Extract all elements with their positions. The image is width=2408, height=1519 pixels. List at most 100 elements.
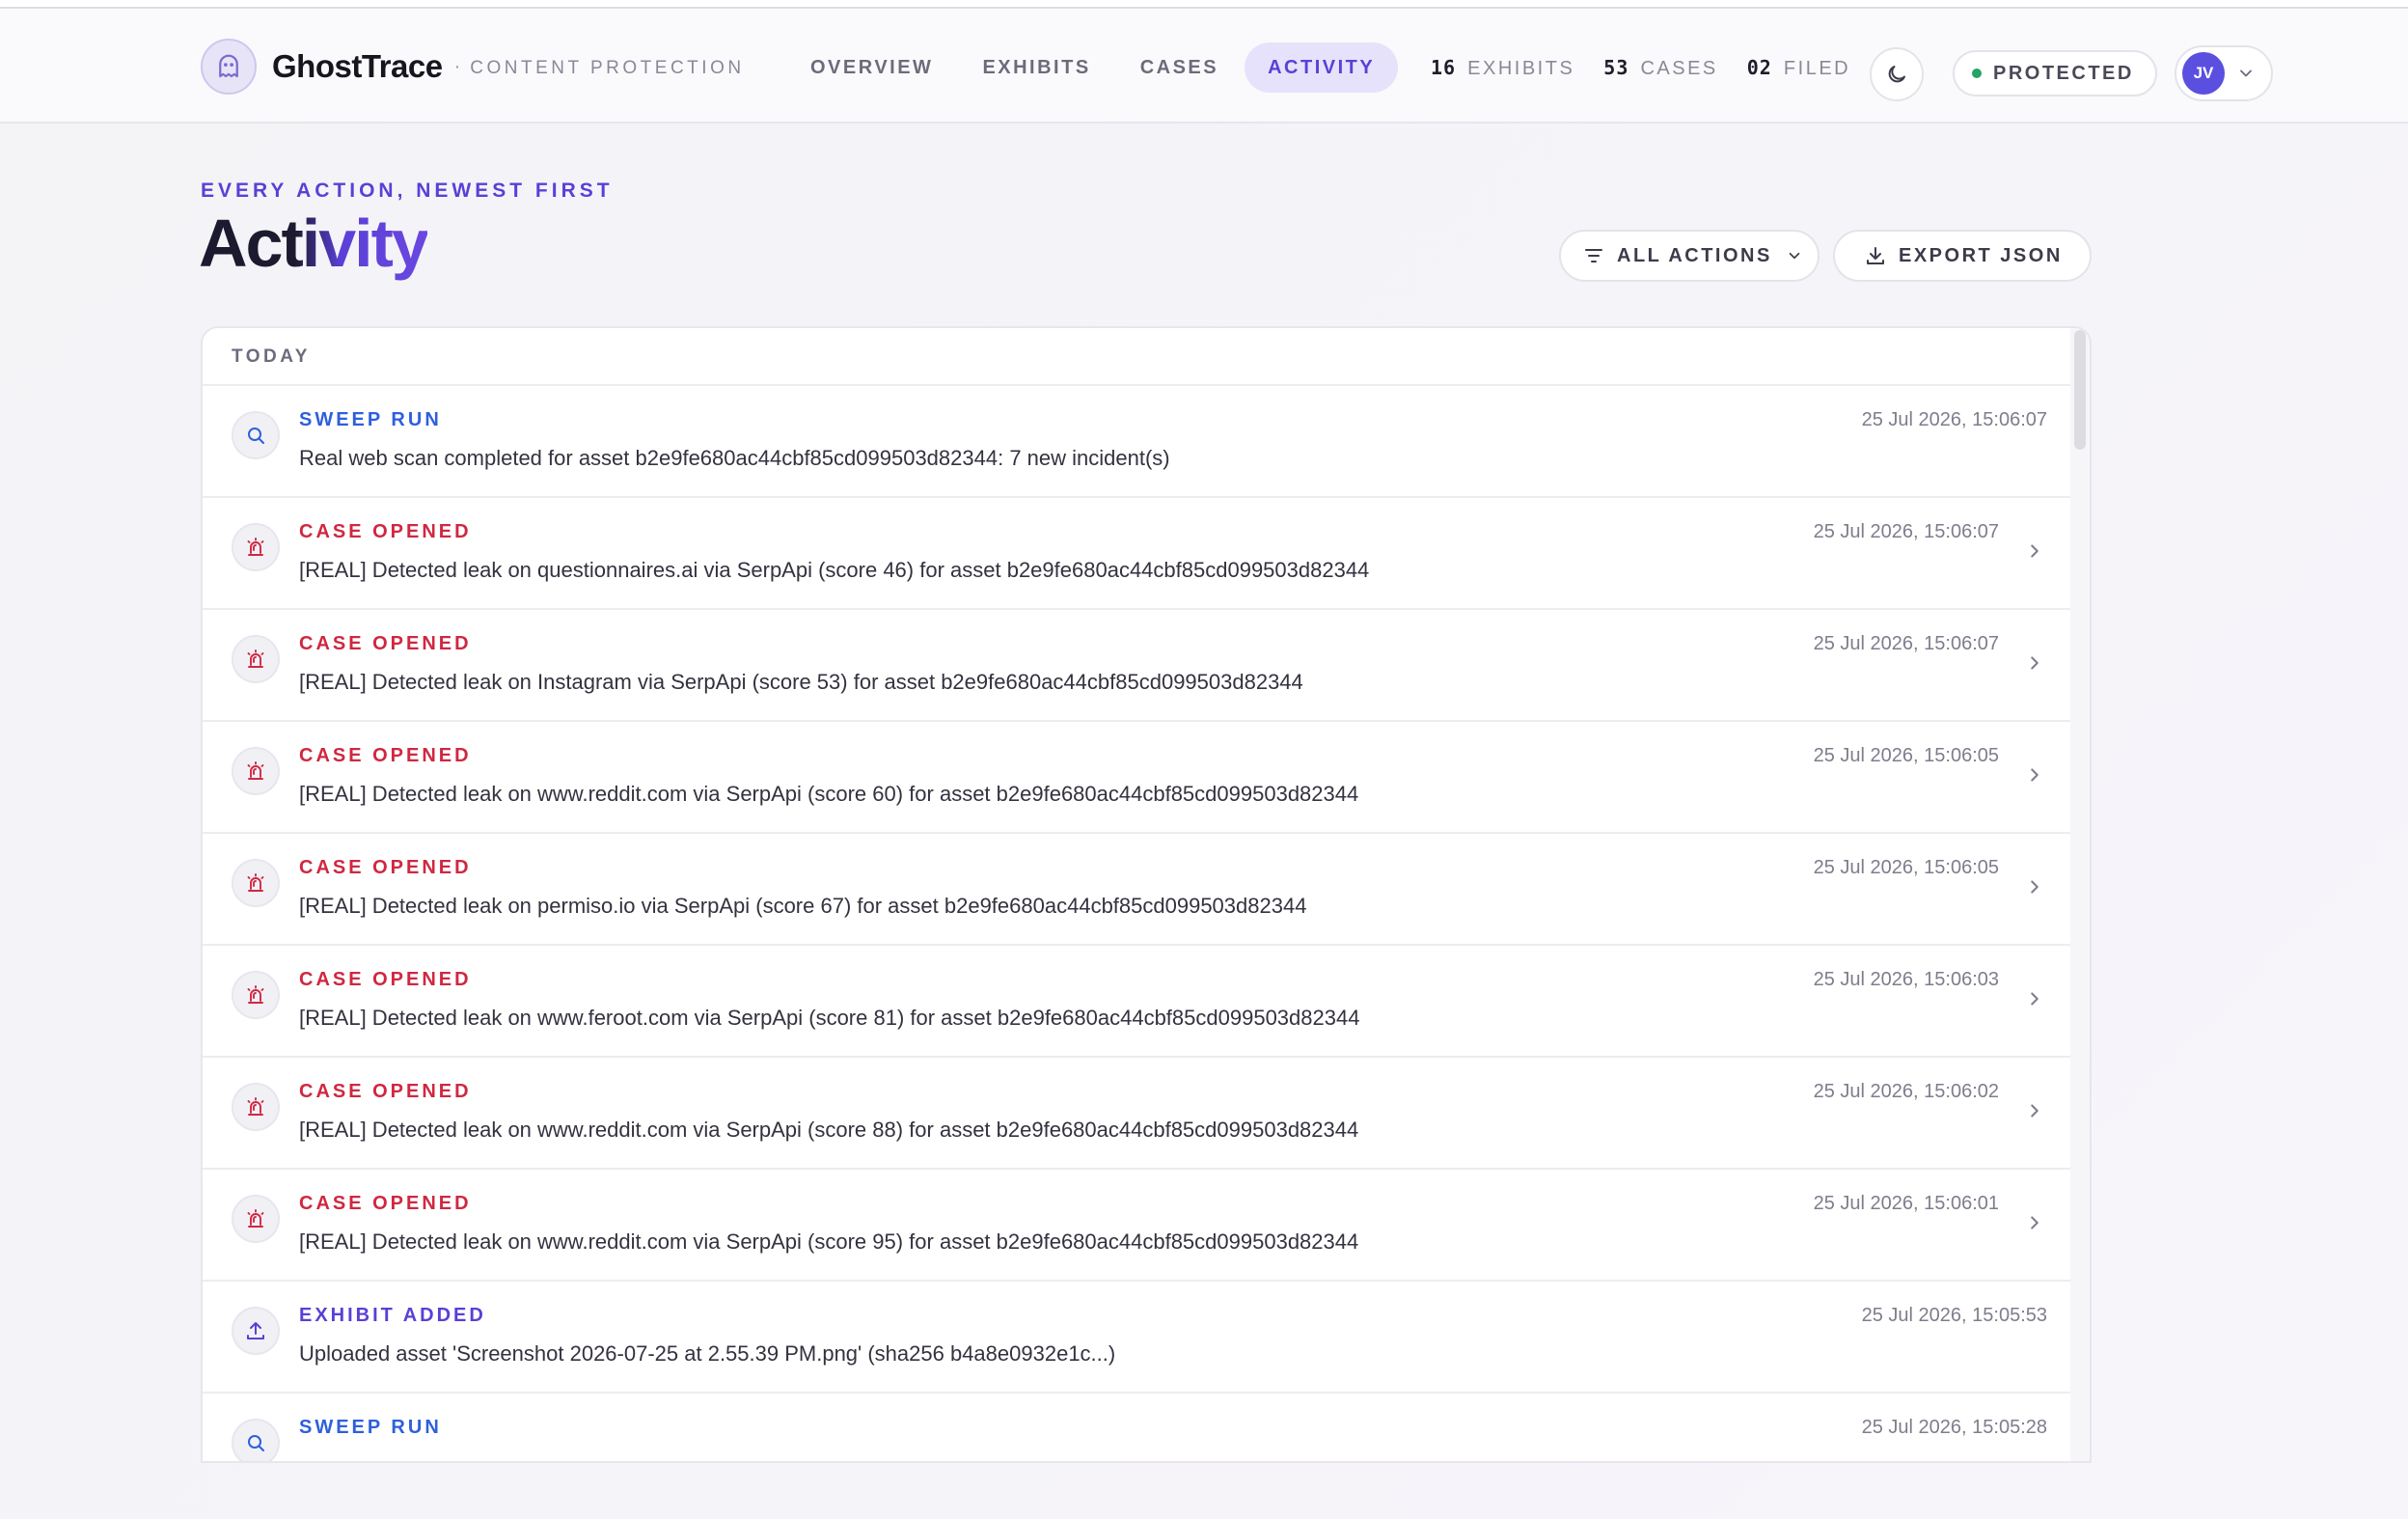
activity-type: EXHIBIT ADDED — [299, 1305, 486, 1326]
siren-icon — [232, 971, 280, 1019]
activity-description: Uploaded asset 'Screenshot 2026-07-25 at… — [299, 1341, 1116, 1366]
activity-row[interactable]: CASE OPENED [REAL] Detected leak on www.r… — [203, 722, 2074, 834]
activity-type: CASE OPENED — [299, 1081, 472, 1102]
chevron-right-icon[interactable] — [2024, 540, 2045, 566]
stat-exhibits: 16 EXHIBITS — [1431, 56, 1574, 80]
activity-type: SWEEP RUN — [299, 409, 442, 430]
moon-icon — [1888, 66, 1905, 83]
brand[interactable]: GhostTrace · CONTENT PROTECTION — [201, 38, 745, 96]
stat-cases: 53 CASES — [1603, 56, 1717, 80]
siren-icon — [232, 1083, 280, 1131]
activity-timestamp: 25 Jul 2026, 15:06:05 — [1813, 857, 1999, 878]
search-icon — [232, 411, 280, 459]
protection-status-badge: PROTECTED — [1953, 50, 2157, 97]
activity-row[interactable]: CASE OPENED [REAL] Detected leak on permi… — [203, 834, 2074, 946]
activity-timestamp: 25 Jul 2026, 15:05:53 — [1861, 1305, 2047, 1326]
filter-actions-label: ALL ACTIONS — [1617, 244, 1772, 266]
activity-timestamp: 25 Jul 2026, 15:06:02 — [1813, 1081, 1999, 1102]
group-header-today: TODAY — [203, 328, 2090, 386]
activity-row: EXHIBIT ADDED Uploaded asset 'Screenshot … — [203, 1282, 2074, 1394]
activity-type: CASE OPENED — [299, 1193, 472, 1214]
main-nav: OVERVIEW EXHIBITS CASES ACTIVITY — [787, 41, 1401, 94]
export-json-label: EXPORT JSON — [1899, 244, 2063, 266]
activity-timestamp: 25 Jul 2026, 15:06:01 — [1813, 1193, 1999, 1214]
activity-description: [REAL] Detected leak on www.reddit.com v… — [299, 1229, 1359, 1254]
header-stats: 16 EXHIBITS 53 CASES 02 FILED — [1431, 41, 1879, 94]
activity-type: SWEEP RUN — [299, 1417, 442, 1438]
avatar: JV — [2182, 52, 2225, 95]
chevron-right-icon[interactable] — [2024, 1100, 2045, 1126]
upload-icon — [232, 1307, 280, 1355]
activity-rows: SWEEP RUN Real web scan completed for ass… — [203, 386, 2090, 1461]
activity-timestamp: 25 Jul 2026, 15:06:07 — [1813, 633, 1999, 654]
stat-filed: 02 FILED — [1747, 56, 1850, 80]
activity-row[interactable]: CASE OPENED [REAL] Detected leak on www.f… — [203, 946, 2074, 1058]
activity-type: CASE OPENED — [299, 857, 472, 878]
nav-overview[interactable]: OVERVIEW — [787, 42, 956, 93]
activity-description: [REAL] Detected leak on www.reddit.com v… — [299, 782, 1359, 806]
stat-cases-label: CASES — [1640, 57, 1718, 79]
activity-row[interactable]: CASE OPENED [REAL] Detected leak on www.r… — [203, 1170, 2074, 1282]
nav-exhibits[interactable]: EXHIBITS — [959, 42, 1113, 93]
brand-separator: · — [453, 55, 461, 77]
activity-row[interactable]: CASE OPENED [REAL] Detected leak on Insta… — [203, 610, 2074, 722]
stat-filed-value: 02 — [1746, 55, 1772, 79]
scrollbar[interactable] — [2070, 328, 2090, 1461]
activity-type: CASE OPENED — [299, 633, 472, 654]
nav-activity[interactable]: ACTIVITY — [1245, 42, 1399, 93]
status-dot — [1972, 69, 1982, 78]
activity-timestamp: 25 Jul 2026, 15:05:28 — [1861, 1417, 2047, 1438]
activity-timestamp: 25 Jul 2026, 15:06:05 — [1813, 745, 1999, 766]
activity-timestamp: 25 Jul 2026, 15:06:03 — [1813, 969, 1999, 990]
theme-toggle-button[interactable] — [1870, 47, 1924, 101]
chevron-right-icon[interactable] — [2024, 1212, 2045, 1238]
activity-description: [REAL] Detected leak on www.reddit.com v… — [299, 1118, 1359, 1142]
siren-icon — [232, 523, 280, 571]
chevron-down-icon — [1789, 252, 1800, 260]
siren-icon — [232, 1195, 280, 1243]
chevron-down-icon — [2240, 69, 2252, 77]
user-menu[interactable]: JV — [2175, 45, 2273, 101]
activity-type: CASE OPENED — [299, 969, 472, 990]
siren-icon — [232, 635, 280, 683]
stat-filed-label: FILED — [1783, 57, 1851, 79]
activity-description: [REAL] Detected leak on questionnaires.a… — [299, 558, 1370, 582]
chevron-right-icon[interactable] — [2024, 764, 2045, 790]
siren-icon — [232, 859, 280, 907]
stat-exhibits-value: 16 — [1431, 55, 1457, 79]
app-name: GhostTrace — [272, 48, 443, 84]
app-tagline: CONTENT PROTECTION — [470, 58, 745, 78]
activity-row: SWEEP RUN Real web scan completed for ass… — [203, 386, 2074, 498]
filter-icon — [1585, 249, 1602, 262]
activity-row[interactable]: CASE OPENED [REAL] Detected leak on www.r… — [203, 1058, 2074, 1170]
siren-icon — [232, 747, 280, 795]
activity-description: [REAL] Detected leak on permiso.io via S… — [299, 894, 1307, 918]
download-icon — [1867, 247, 1884, 264]
status-label: PROTECTED — [1993, 62, 2134, 84]
ghost-icon — [201, 39, 257, 95]
stat-exhibits-label: EXHIBITS — [1467, 57, 1575, 79]
activity-timestamp: 25 Jul 2026, 15:06:07 — [1813, 521, 1999, 542]
window-top-edge — [0, 0, 2408, 9]
activity-row[interactable]: CASE OPENED [REAL] Detected leak on quest… — [203, 498, 2074, 610]
activity-list: TODAY SWEEP RUN Real web scan completed f… — [201, 326, 2092, 1463]
activity-type: CASE OPENED — [299, 745, 472, 766]
scrollbar-thumb[interactable] — [2074, 330, 2086, 450]
activity-row: SWEEP RUN 25 Jul 2026, 15:05:28 — [203, 1394, 2074, 1461]
activity-description: [REAL] Detected leak on Instagram via Se… — [299, 670, 1303, 694]
top-bar: GhostTrace · CONTENT PROTECTION OVERVIEW… — [0, 9, 2408, 124]
chevron-right-icon[interactable] — [2024, 988, 2045, 1014]
activity-type: CASE OPENED — [299, 521, 472, 542]
filter-actions-button[interactable]: ALL ACTIONS — [1559, 230, 1820, 282]
activity-description: Real web scan completed for asset b2e9fe… — [299, 446, 1170, 470]
page-eyebrow: EVERY ACTION, NEWEST FIRST — [201, 180, 614, 202]
stat-cases-value: 53 — [1603, 55, 1629, 79]
export-json-button[interactable]: EXPORT JSON — [1833, 230, 2092, 282]
page-title: Activity — [199, 206, 429, 281]
nav-cases[interactable]: CASES — [1117, 42, 1242, 93]
chevron-right-icon[interactable] — [2024, 876, 2045, 902]
search-icon — [232, 1419, 280, 1461]
activity-timestamp: 25 Jul 2026, 15:06:07 — [1861, 409, 2047, 430]
activity-description: [REAL] Detected leak on www.feroot.com v… — [299, 1006, 1360, 1030]
chevron-right-icon[interactable] — [2024, 652, 2045, 678]
